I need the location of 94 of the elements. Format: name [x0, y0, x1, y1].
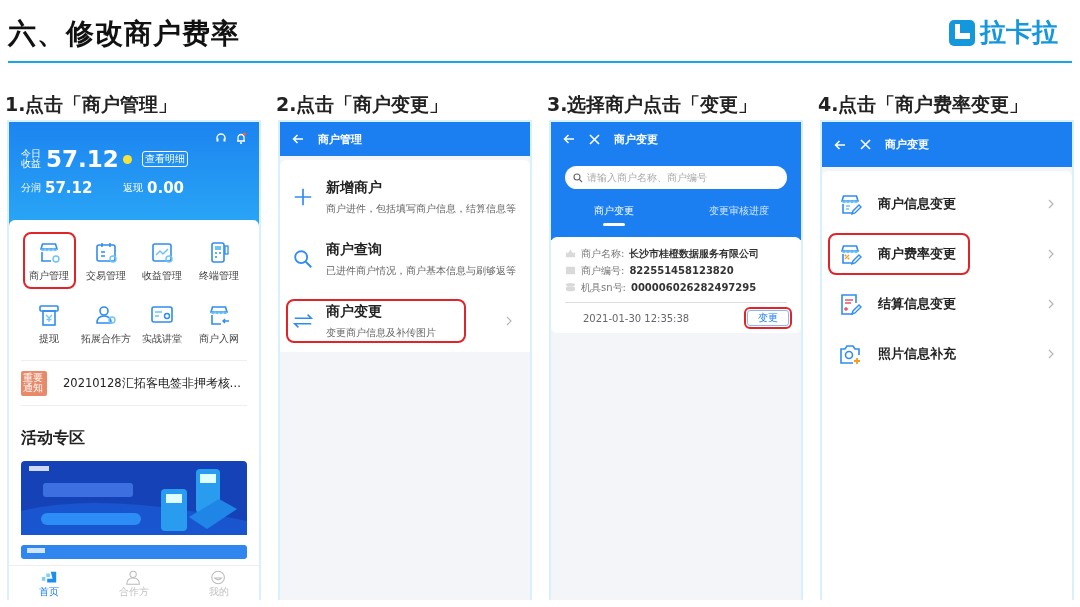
- receipt-icon: [37, 303, 62, 327]
- grid-label: 拓展合作方: [80, 332, 131, 346]
- grid-label: 交易管理: [85, 269, 126, 283]
- store-icon: [37, 240, 62, 264]
- grid-item[interactable]: 商户入网: [192, 295, 245, 352]
- change-button[interactable]: 变更: [747, 310, 789, 326]
- grid-item[interactable]: 终端管理: [192, 232, 245, 289]
- grid-label: 收益管理: [142, 269, 183, 283]
- close-icon[interactable]: [860, 139, 871, 150]
- field-label: 机具sn号:: [581, 280, 626, 295]
- field-value: 长沙市桂橙数据服务有限公司: [629, 246, 760, 261]
- back-arrow-icon[interactable]: [834, 139, 846, 150]
- item-label: 商户信息变更: [878, 195, 956, 213]
- grid-label: 终端管理: [198, 269, 239, 283]
- grid-item[interactable]: 商户管理: [23, 232, 76, 289]
- section-title: 活动专区: [21, 428, 86, 449]
- step-caption: 1.点击「商户管理」: [5, 92, 179, 115]
- earnings-amount: 57.12: [46, 146, 119, 172]
- grid-item[interactable]: 拓展合作方: [79, 295, 132, 352]
- slide-title: 六、修改商户费率: [8, 15, 240, 52]
- field-label: 商户名称:: [581, 246, 625, 261]
- menu-item[interactable]: 照片信息补充: [828, 329, 1066, 379]
- item-subtitle: 商户进件，包括填写商户信息，结算信息等: [326, 201, 516, 216]
- cashback-amount: 0.00: [147, 179, 185, 197]
- step-caption: 2.点击「商户变更」: [276, 92, 450, 115]
- tab-item[interactable]: 首页: [39, 569, 59, 597]
- tab[interactable]: 商户变更: [551, 203, 676, 232]
- crown-icon: [565, 248, 576, 259]
- headset-icon[interactable]: [215, 132, 227, 144]
- screen-title: 商户变更: [885, 137, 929, 152]
- bell-icon[interactable]: [235, 132, 247, 144]
- notice-text: 20210128汇拓客电签非押考核…: [63, 375, 242, 391]
- screen-title: 商户管理: [318, 131, 362, 147]
- store-percent-icon: [838, 242, 862, 266]
- logo-text: 拉卡拉: [980, 16, 1058, 49]
- close-icon[interactable]: [589, 133, 600, 145]
- chevron-icon: [1048, 349, 1054, 359]
- people-icon: [93, 303, 118, 327]
- item-label: 商户费率变更: [878, 245, 956, 263]
- help-dot-icon: [122, 154, 132, 164]
- chevron-icon: [1048, 199, 1054, 209]
- grid-label: 提现: [39, 332, 60, 346]
- menu-item[interactable]: 商户信息变更: [828, 179, 1066, 229]
- item-subtitle: 已进件商户情况，商户基本信息与刷够返等: [326, 263, 516, 278]
- item-label: 照片信息补充: [878, 345, 956, 363]
- field-value: 822551458123820: [629, 265, 734, 276]
- grid-item[interactable]: 交易管理: [79, 232, 132, 289]
- search-icon: [292, 248, 314, 270]
- grid-label: 商户管理: [29, 269, 70, 283]
- store-edit-icon: [838, 192, 862, 216]
- cashback-label: 返现: [123, 181, 143, 195]
- menu-item[interactable]: 商户变更 变更商户信息及补传图片: [286, 290, 524, 352]
- share-label: 分润: [21, 181, 41, 195]
- grid-label: 实战讲堂: [142, 332, 183, 346]
- chevron-icon: [1048, 249, 1054, 259]
- calendar-icon: [93, 240, 118, 264]
- camera-plus-icon: [838, 342, 862, 366]
- face-icon: [210, 569, 228, 586]
- grid-item[interactable]: 实战讲堂: [136, 295, 189, 352]
- notice-row[interactable]: 重要通知 20210128汇拓客电签非押考核…: [21, 360, 247, 406]
- grid-item[interactable]: 提现: [23, 295, 76, 352]
- back-arrow-icon[interactable]: [292, 134, 304, 144]
- timestamp: 2021-01-30 12:35:38: [583, 312, 690, 324]
- person-icon: [125, 569, 143, 586]
- item-title: 商户变更: [326, 302, 383, 321]
- chevron-icon: [506, 316, 512, 326]
- chevron-icon: [1048, 299, 1054, 309]
- notice-badge: 重要通知: [21, 370, 47, 396]
- step-caption: 4.点击「商户费率变更」: [818, 92, 1030, 115]
- plus-icon: [292, 186, 314, 208]
- field-value: 000006026282497295: [630, 282, 757, 293]
- search-icon: [573, 172, 583, 183]
- card-icon: [565, 265, 576, 276]
- chart-icon: [150, 240, 175, 264]
- logo-icon: [949, 19, 975, 46]
- grid-item[interactable]: 收益管理: [136, 232, 189, 289]
- item-label: 结算信息变更: [878, 295, 956, 313]
- grid-label: 商户入网: [198, 332, 239, 346]
- step-caption: 3.选择商户点击「变更」: [547, 92, 759, 115]
- share-amount: 57.12: [45, 179, 94, 197]
- item-title: 新增商户: [326, 178, 383, 197]
- menu-item[interactable]: 结算信息变更: [828, 279, 1066, 329]
- search-field[interactable]: 请输入商户名称、商户编号: [565, 166, 787, 189]
- menu-item[interactable]: 商户查询 已进件商户情况，商户基本信息与刷够返等: [286, 228, 524, 290]
- field-label: 商户编号:: [581, 263, 625, 278]
- item-title: 商户查询: [326, 240, 383, 259]
- document-edit-icon: [838, 292, 862, 316]
- item-subtitle: 变更商户信息及补传图片: [326, 325, 436, 340]
- database-icon: [565, 282, 576, 293]
- back-arrow-icon[interactable]: [563, 134, 575, 144]
- earnings-label: 今日收益: [21, 148, 42, 170]
- menu-item[interactable]: 商户费率变更: [828, 229, 1066, 279]
- screen-title: 商户变更: [614, 131, 658, 147]
- menu-item[interactable]: 新增商户 商户进件，包括填写商户信息，结算信息等: [286, 166, 524, 228]
